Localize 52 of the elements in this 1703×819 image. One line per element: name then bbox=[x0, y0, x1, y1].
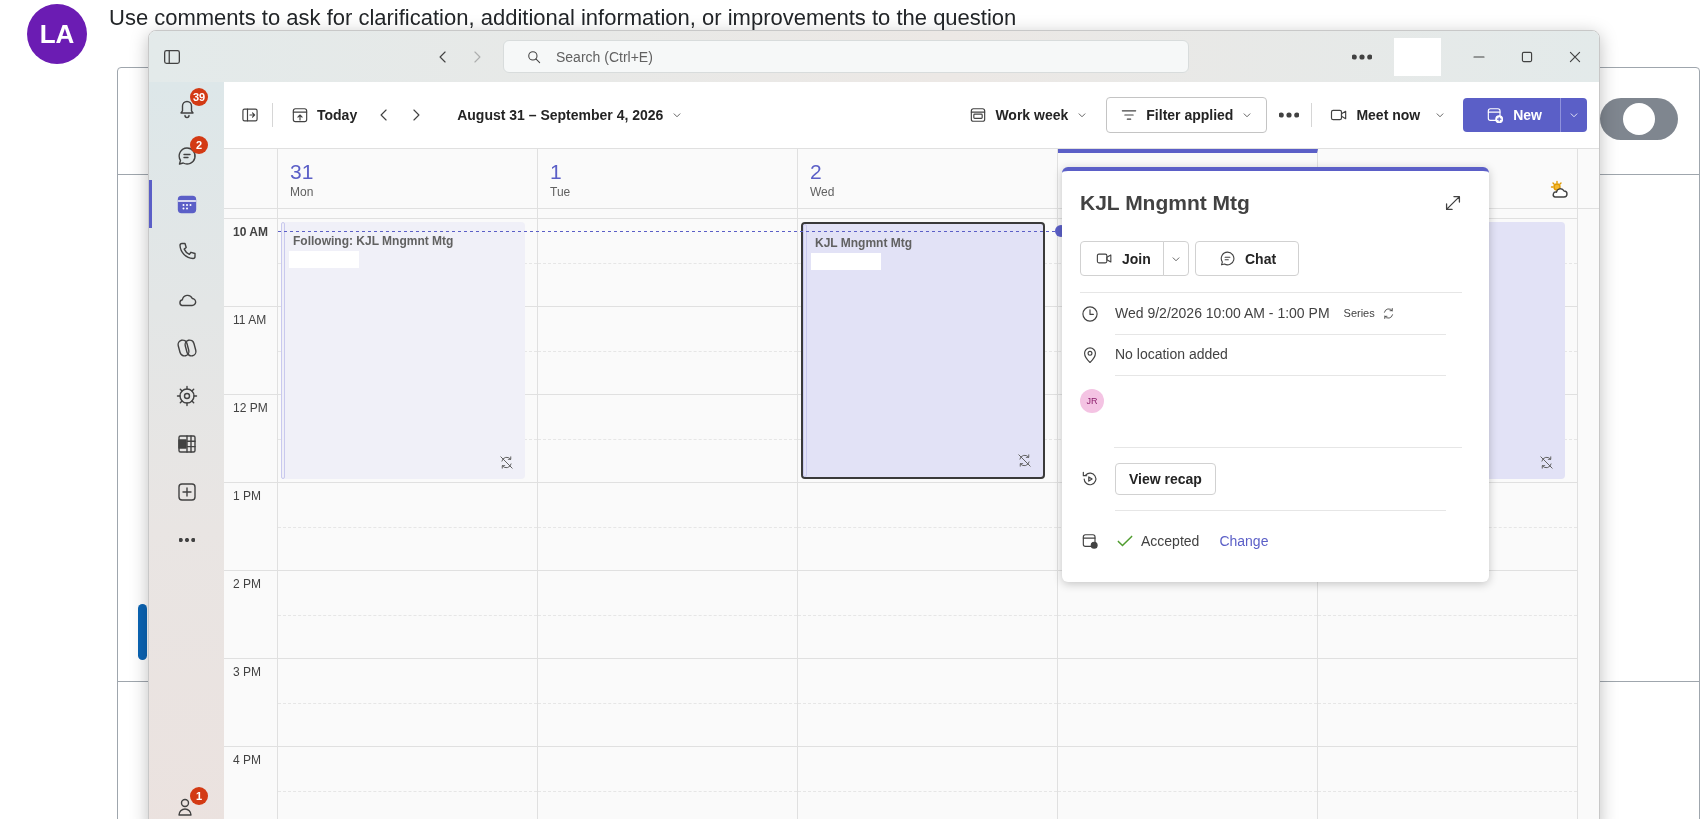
event-title: KJL Mngmnt Mtg bbox=[814, 235, 914, 250]
time-label: 10 AM bbox=[233, 225, 268, 239]
time-label: 4 PM bbox=[233, 753, 261, 767]
meet-now-button[interactable]: Meet now bbox=[1324, 99, 1426, 131]
day-number: 31 bbox=[290, 159, 315, 185]
user-avatar: LA bbox=[27, 4, 87, 64]
clock-icon bbox=[1080, 303, 1100, 324]
date-range-button[interactable]: August 31 – September 4, 2026 bbox=[452, 101, 690, 129]
filter-button[interactable]: Filter applied bbox=[1106, 97, 1268, 133]
calendar-event[interactable]: KJL Mngmnt Mtg bbox=[801, 222, 1045, 479]
chat-button[interactable]: Chat bbox=[1195, 241, 1299, 276]
time-label: 11 AM bbox=[233, 313, 267, 327]
new-button[interactable]: New bbox=[1463, 98, 1560, 132]
view-button[interactable]: Work week bbox=[963, 99, 1095, 131]
count-badge: 39 bbox=[190, 88, 209, 106]
calendar-event[interactable]: Following: KJL Mngmnt Mtg bbox=[281, 222, 525, 479]
time-label: 3 PM bbox=[233, 665, 261, 679]
button[interactable] bbox=[138, 604, 147, 660]
weekday-label: Tue bbox=[550, 185, 572, 199]
calendar-icon bbox=[290, 105, 310, 125]
toggle-switch[interactable] bbox=[1600, 98, 1678, 140]
attendee-avatar: JR bbox=[1080, 389, 1104, 413]
count-badge: 1 bbox=[190, 787, 208, 805]
comment-hint-text: Use comments to ask for clarification, additional information, or improvements to the question bbox=[109, 5, 1017, 31]
change-link[interactable]: Change bbox=[1219, 533, 1269, 549]
today-button[interactable]: Today bbox=[285, 99, 363, 131]
location-text: No location added bbox=[1115, 346, 1228, 362]
chat-icon bbox=[1218, 249, 1237, 268]
chat-rail-button[interactable]: 2 bbox=[149, 132, 224, 180]
response-status: Accepted bbox=[1141, 533, 1200, 549]
more-icon bbox=[178, 538, 195, 542]
event-time: Wed 9/2/2026 10:00 AM - 1:00 PM bbox=[1115, 305, 1330, 321]
profile-redaction bbox=[1394, 37, 1441, 76]
view-recap-button[interactable]: View recap bbox=[1115, 462, 1216, 495]
day-number: 1 bbox=[550, 159, 563, 185]
day-number: 2 bbox=[810, 159, 823, 185]
weekday-label: Wed bbox=[810, 185, 836, 199]
bell-rail-button[interactable]: 39 bbox=[149, 84, 224, 132]
search-field[interactable]: Search (Ctrl+E) bbox=[503, 40, 1189, 73]
people-rail-button[interactable]: 1 bbox=[149, 783, 224, 819]
event-title: KJL Mngmnt Mtg bbox=[1080, 191, 1250, 215]
time-label: 12 PM bbox=[233, 401, 268, 415]
time-label: 1 PM bbox=[233, 489, 261, 503]
calendar-icon bbox=[1080, 531, 1100, 551]
search-icon bbox=[525, 48, 543, 66]
weekday-label: Mon bbox=[290, 185, 315, 199]
join-button[interactable]: Join bbox=[1080, 241, 1164, 276]
event-title: Following: KJL Mngmnt Mtg bbox=[292, 233, 455, 248]
calendar-icon bbox=[1485, 105, 1506, 125]
count-badge: 2 bbox=[190, 136, 208, 154]
series-label: Series bbox=[1343, 307, 1375, 319]
time-label: 2 PM bbox=[233, 577, 261, 591]
